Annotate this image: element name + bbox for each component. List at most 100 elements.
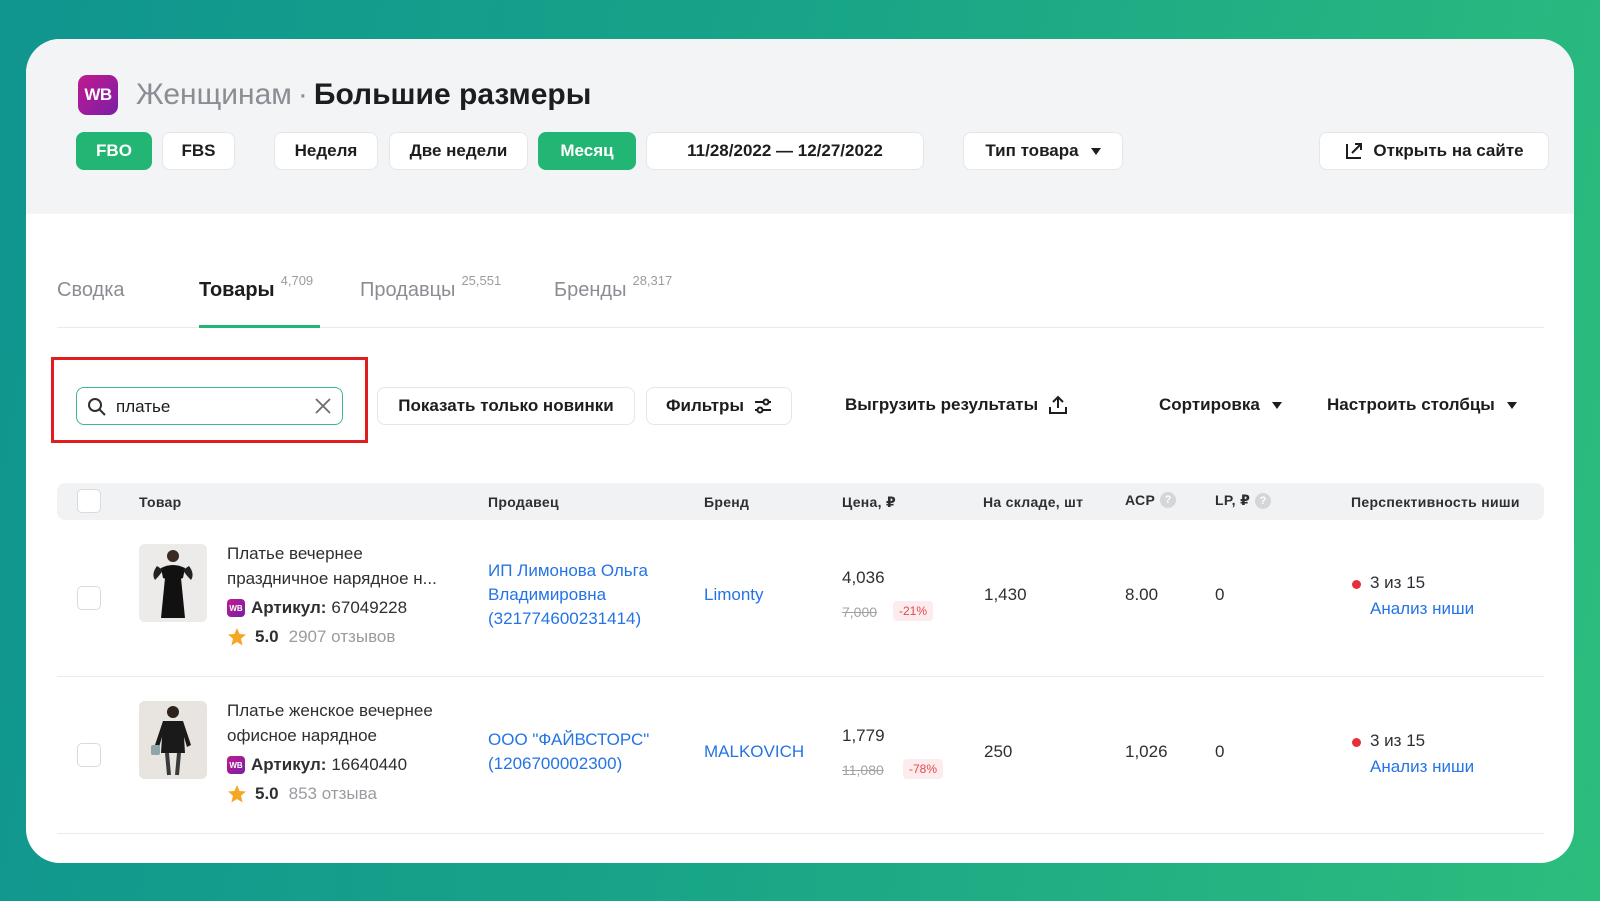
column-brand[interactable]: Бренд xyxy=(704,494,749,510)
caret-down-icon xyxy=(1506,401,1517,409)
star-icon xyxy=(228,785,246,803)
export-results-button[interactable]: Выгрузить результаты xyxy=(845,395,1068,415)
seller-link-line-2[interactable]: Владимировна xyxy=(488,583,606,608)
product-type-label: Тип товара xyxy=(985,141,1079,160)
period-week-button[interactable]: Неделя xyxy=(274,132,378,170)
niche-score: 3 из 15 xyxy=(1370,573,1426,592)
tab-products-count: 4,709 xyxy=(280,273,314,288)
caret-down-icon xyxy=(1090,147,1101,155)
fbs-button[interactable]: FBS xyxy=(162,132,235,170)
main-card: WB Женщинам · Большие размеры FBO FBS Неде… xyxy=(26,39,1574,863)
tab-summary-label: Сводка xyxy=(57,279,125,301)
page-title: Женщинам · Большие размеры xyxy=(136,75,591,115)
article-label: Артикул: xyxy=(251,598,327,617)
seller-link-line-3[interactable]: (321774600231414) xyxy=(488,607,641,632)
star-icon xyxy=(228,628,246,646)
brand-link[interactable]: Limonty xyxy=(704,583,764,608)
article-number: 67049228 xyxy=(331,598,408,617)
product-name[interactable]: Платье женское вечернее офисное нарядное xyxy=(227,699,462,748)
page-header: WB Женщинам · Большие размеры FBO FBS Неде… xyxy=(26,39,1574,214)
discount-badge: -21% xyxy=(893,601,934,621)
old-price: 7,000 xyxy=(842,604,878,620)
breadcrumb-separator: · xyxy=(297,78,308,111)
column-acp-label: АСР xyxy=(1125,492,1156,508)
wb-logo: WB xyxy=(78,75,118,115)
tab-products-label: Товары xyxy=(199,279,275,301)
acp-value: 8.00 xyxy=(1125,585,1159,604)
row-checkbox[interactable] xyxy=(77,743,101,767)
filters-button[interactable]: Фильтры xyxy=(646,387,792,425)
column-product[interactable]: Товар xyxy=(139,494,181,510)
price-value: 4,036 xyxy=(842,568,885,587)
column-lp[interactable]: LP, ₽? xyxy=(1215,492,1272,509)
review-count: 2907 отзывов xyxy=(288,627,396,646)
niche-analysis-link[interactable]: Анализ ниши xyxy=(1370,755,1474,780)
tab-brands-count: 28,317 xyxy=(632,273,673,288)
product-image[interactable] xyxy=(139,701,207,779)
niche-status-dot xyxy=(1352,738,1361,747)
row-checkbox[interactable] xyxy=(77,586,101,610)
period-month-button[interactable]: Месяц xyxy=(538,132,636,170)
product-image[interactable] xyxy=(139,544,207,622)
upload-icon xyxy=(1049,395,1068,414)
table-row: Платье вечернее праздничное нарядное н..… xyxy=(57,520,1544,677)
column-acp[interactable]: АСР? xyxy=(1125,492,1177,508)
tab-brands[interactable]: Бренды 28,317 xyxy=(554,273,672,302)
lp-value: 0 xyxy=(1215,742,1225,761)
niche-analysis-link[interactable]: Анализ ниши xyxy=(1370,597,1474,622)
breadcrumb-category[interactable]: Женщинам xyxy=(136,78,292,111)
clear-search-icon[interactable] xyxy=(314,397,332,415)
columns-dropdown[interactable]: Настроить столбцы xyxy=(1327,395,1517,415)
columns-label: Настроить столбцы xyxy=(1327,395,1495,414)
acp-value: 1,026 xyxy=(1125,742,1168,761)
niche-status-dot xyxy=(1352,580,1361,589)
product-type-dropdown[interactable]: Тип товара xyxy=(963,132,1123,170)
stock-value: 250 xyxy=(984,742,1013,761)
product-name[interactable]: Платье вечернее праздничное нарядное н..… xyxy=(227,542,462,591)
active-tab-indicator xyxy=(199,325,320,328)
search-input[interactable]: платье xyxy=(76,387,343,425)
sort-dropdown[interactable]: Сортировка xyxy=(1159,395,1282,415)
help-icon[interactable]: ? xyxy=(1160,492,1177,508)
rating-value: 5.0 xyxy=(255,627,279,646)
search-value: платье xyxy=(116,397,171,416)
stock-value: 1,430 xyxy=(984,585,1027,604)
show-new-only-button[interactable]: Показать только новинки xyxy=(377,387,635,425)
brand-link[interactable]: MALKOVICH xyxy=(704,740,804,765)
export-label: Выгрузить результаты xyxy=(845,395,1039,414)
column-lp-label: LP, ₽ xyxy=(1215,492,1251,508)
seller-link-line-1[interactable]: ООО "ФАЙВСТОРС" xyxy=(488,728,649,753)
caret-down-icon xyxy=(1271,401,1282,409)
seller-link-line-1[interactable]: ИП Лимонова Ольга xyxy=(488,559,648,584)
external-link-icon xyxy=(1346,143,1363,159)
article-label: Артикул: xyxy=(251,755,327,774)
tab-summary[interactable]: Сводка xyxy=(57,279,125,302)
column-niche[interactable]: Перспективность ниши xyxy=(1351,494,1520,510)
open-site-button[interactable]: Открыть на сайте xyxy=(1319,132,1549,170)
column-stock[interactable]: На складе, шт xyxy=(983,494,1083,510)
open-site-label: Открыть на сайте xyxy=(1373,141,1524,160)
tabs-bar: Сводка Товары 4,709 Продавцы 25,551 Бренды… xyxy=(57,263,1544,328)
wb-badge-icon: WB xyxy=(227,599,245,617)
table-row: Платье женское вечернее офисное нарядное… xyxy=(57,677,1544,834)
product-article: WB Артикул: 16640440 xyxy=(227,755,407,775)
search-icon xyxy=(88,398,106,416)
fbo-button[interactable]: FBO xyxy=(76,132,152,170)
table-header: Товар Продавец Бренд Цена, ₽ На складе, … xyxy=(57,483,1544,520)
tab-sellers-count: 25,551 xyxy=(461,273,502,288)
old-price: 11,080 xyxy=(842,762,884,778)
seller-link-line-2[interactable]: (1206700002300) xyxy=(488,752,622,777)
tab-products[interactable]: Товары 4,709 xyxy=(199,273,313,302)
column-seller[interactable]: Продавец xyxy=(488,494,559,510)
select-all-checkbox[interactable] xyxy=(77,489,101,513)
lp-value: 0 xyxy=(1215,585,1225,604)
period-two-weeks-button[interactable]: Две недели xyxy=(389,132,528,170)
page-title-main: Большие размеры xyxy=(313,78,592,111)
column-price[interactable]: Цена, ₽ xyxy=(842,494,896,511)
article-number: 16640440 xyxy=(331,755,408,774)
tab-sellers[interactable]: Продавцы 25,551 xyxy=(360,273,501,302)
date-range-picker[interactable]: 11/28/2022 — 12/27/2022 xyxy=(646,132,924,170)
wb-badge-icon: WB xyxy=(227,756,245,774)
help-icon[interactable]: ? xyxy=(1255,492,1272,509)
niche-score: 3 из 15 xyxy=(1370,731,1426,750)
